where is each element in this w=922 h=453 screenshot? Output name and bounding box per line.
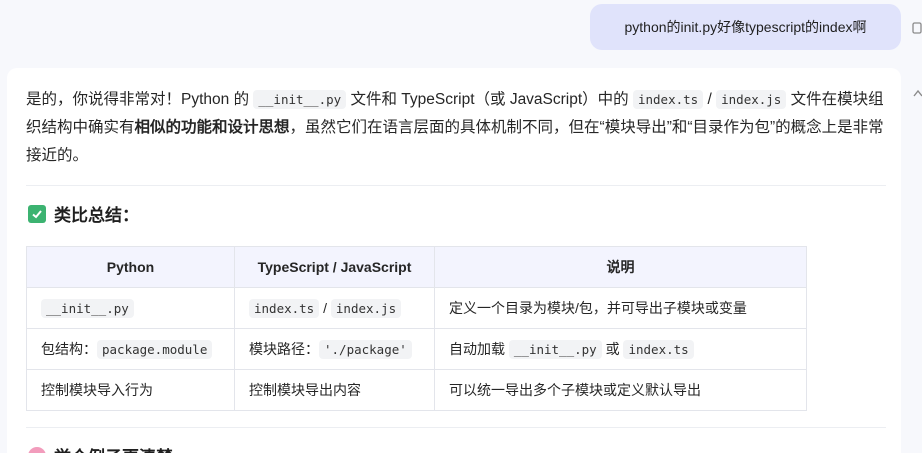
table-row: 控制模块导入行为 控制模块导出内容 可以统一导出多个子模块或定义默认导出: [26, 369, 807, 411]
section-heading-summary: 类比总结：: [28, 201, 139, 226]
cell-text: 模块路径：: [249, 341, 319, 357]
section-divider: [26, 185, 886, 186]
cell-text: /: [319, 300, 331, 316]
table-cell: 定义一个目录为模块/包，并可导出子模块或变量: [434, 287, 807, 329]
section-divider: [26, 427, 886, 428]
intro-code-init-py: __init__.py: [253, 90, 347, 109]
intro-code-index-js: index.js: [716, 90, 787, 109]
table-cell: 包结构： package.module: [26, 328, 235, 370]
copy-icon[interactable]: [912, 18, 922, 38]
pink-circle-icon: [28, 446, 46, 453]
table-cell: index.ts / index.js: [234, 287, 435, 329]
user-message-text: python的init.py好像typescript的index啊: [624, 19, 867, 35]
intro-text-3: /: [703, 91, 717, 108]
cell-text: 包结构：: [41, 341, 97, 357]
section-heading-example: 举个例子更清楚: [28, 443, 173, 453]
table-cell: 控制模块导入行为: [26, 369, 235, 411]
intro-bold-text: 相似的功能和设计思想: [134, 119, 290, 136]
table-cell: __init__.py: [26, 287, 235, 329]
cell-code: package.module: [97, 340, 213, 359]
next-section-title: 举个例子更清楚: [54, 443, 173, 453]
table-cell: 可以统一导出多个子模块或定义默认导出: [434, 369, 807, 411]
intro-text-2: 文件和 TypeScript（或 JavaScript）中的: [346, 91, 633, 108]
section-title: 类比总结：: [54, 206, 139, 225]
table-header-row: Python TypeScript / JavaScript 说明: [26, 246, 807, 288]
assistant-answer-card: 是的，你说得非常对！Python 的 __init__.py 文件和 TypeS…: [7, 68, 901, 453]
answer-intro-paragraph: 是的，你说得非常对！Python 的 __init__.py 文件和 TypeS…: [26, 86, 886, 170]
table-header-python: Python: [26, 246, 235, 288]
table-header-description: 说明: [434, 246, 807, 288]
chevron-up-icon[interactable]: [912, 84, 922, 104]
check-mark-button-icon: [28, 204, 46, 223]
cell-text: 自动加载: [449, 341, 509, 357]
cell-code: __init__.py: [41, 299, 134, 318]
cell-code: './package': [319, 340, 412, 359]
table-cell: 控制模块导出内容: [234, 369, 435, 411]
table-row: 包结构： package.module 模块路径： './package' 自动加载…: [26, 328, 807, 370]
intro-code-index-ts: index.ts: [632, 90, 704, 109]
intro-text-1: 是的，你说得非常对！Python 的: [26, 91, 254, 108]
cell-text: 或: [601, 341, 624, 357]
cell-code: index.ts: [249, 299, 320, 318]
cell-code: index.js: [330, 299, 402, 318]
cell-code: index.ts: [623, 340, 694, 359]
comparison-table: Python TypeScript / JavaScript 说明 __init…: [26, 246, 807, 411]
table-header-typescript: TypeScript / JavaScript: [234, 246, 435, 288]
table-cell: 模块路径： './package': [234, 328, 435, 370]
cell-code: __init__.py: [508, 340, 602, 359]
table-cell: 自动加载 __init__.py 或 index.ts: [434, 328, 807, 370]
table-row: __init__.py index.ts / index.js 定义一个目录为模…: [26, 287, 807, 329]
user-message-bubble: python的init.py好像typescript的index啊: [590, 4, 901, 50]
